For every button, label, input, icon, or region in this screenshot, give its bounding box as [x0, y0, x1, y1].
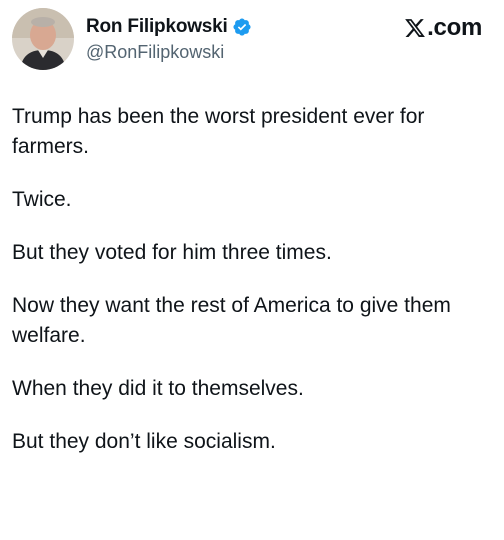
tweet-paragraph: Twice.	[12, 188, 72, 211]
tweet-paragraph: When they did it to themselves.	[12, 377, 304, 400]
author-names: Ron Filipkowski @RonFilipkowski	[86, 15, 252, 64]
verified-badge-icon	[232, 17, 252, 37]
tweet-header: Ron Filipkowski @RonFilipkowski	[12, 8, 252, 70]
tweet-paragraph: Now they want the rest of America to giv…	[12, 294, 451, 347]
tweet-paragraph: But they don’t like socialism.	[12, 430, 276, 453]
tweet-card: Ron Filipkowski @RonFilipkowski .com Tru…	[0, 0, 504, 540]
brand-watermark: .com	[404, 14, 482, 42]
tweet-paragraph: Trump has been the worst president ever …	[12, 105, 425, 158]
tweet-text: Trump has been the worst president ever …	[12, 102, 492, 480]
author-handle[interactable]: @RonFilipkowski	[86, 40, 252, 64]
x-logo-icon	[404, 17, 426, 39]
display-name[interactable]: Ron Filipkowski	[86, 15, 228, 39]
tweet-paragraph: But they voted for him three times.	[12, 241, 332, 264]
name-row: Ron Filipkowski	[86, 15, 252, 39]
brand-text: .com	[427, 14, 482, 41]
avatar[interactable]	[12, 8, 74, 70]
